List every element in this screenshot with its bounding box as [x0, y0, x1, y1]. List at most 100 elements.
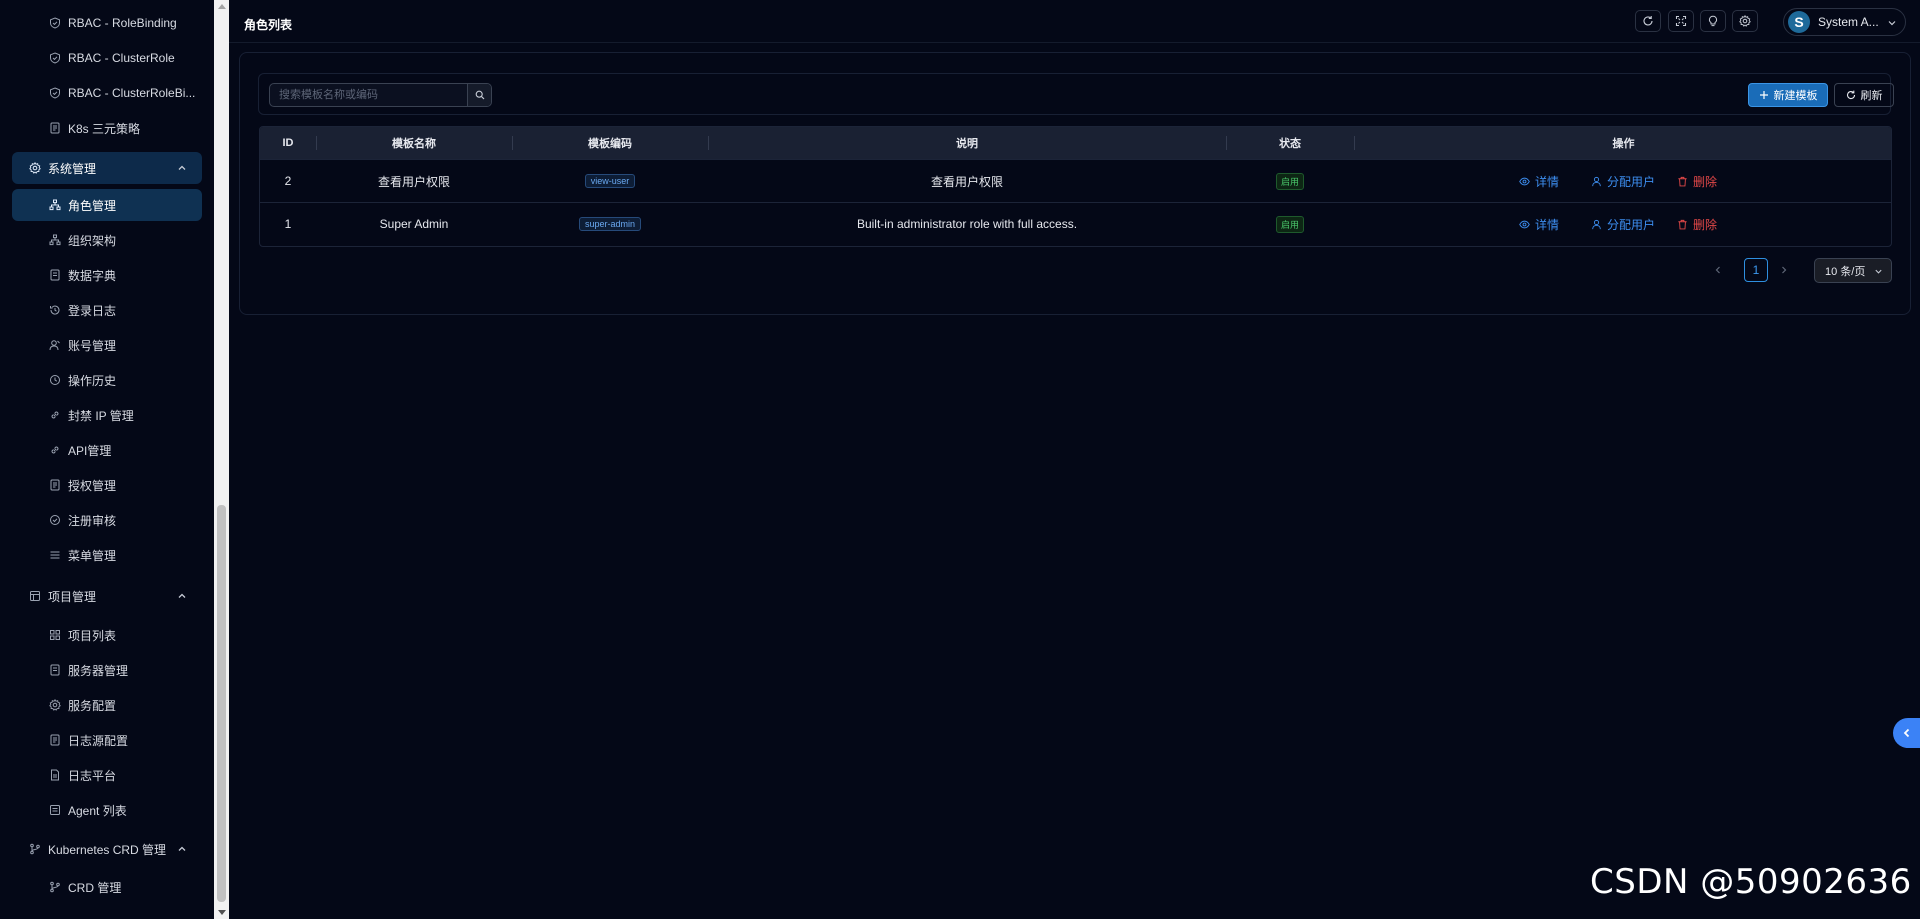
user-menu[interactable]: S System A...	[1783, 8, 1906, 36]
tips-button[interactable]	[1700, 10, 1726, 32]
sidebar-item-role-management[interactable]: 角色管理	[12, 189, 202, 221]
page-number-button[interactable]: 1	[1744, 258, 1768, 282]
sidebar-item-rbac-clusterrole[interactable]: RBAC - ClusterRole	[12, 42, 202, 74]
sidebar-item-data-dictionary[interactable]: 数据字典	[12, 259, 202, 291]
sidebar-scrollbar[interactable]	[214, 0, 229, 919]
branch-icon	[49, 881, 61, 893]
sidebar-item-api-management[interactable]: API管理	[12, 434, 202, 466]
add-template-button[interactable]: 新建模板	[1748, 83, 1828, 107]
sidebar-item-label: 数据字典	[68, 268, 117, 283]
refresh-button[interactable]	[1635, 10, 1661, 32]
sidebar-item-label: 登录日志	[68, 303, 117, 318]
sidebar-item-account-management[interactable]: 账号管理	[12, 329, 202, 361]
check-circle-icon	[49, 514, 61, 526]
book-icon	[49, 664, 61, 676]
sidebar-item-crd-management[interactable]: CRD 管理	[12, 871, 202, 903]
sidebar-item-login-log[interactable]: 登录日志	[12, 294, 202, 326]
sidebar-item-rbac-clusterrolebinding[interactable]: RBAC - ClusterRoleBi...	[12, 77, 202, 109]
detail-label: 详情	[1535, 174, 1560, 189]
cell-id: 1	[284, 217, 292, 231]
refresh-list-button[interactable]: 刷新	[1834, 83, 1894, 107]
cell-code: super-admin	[512, 203, 708, 245]
cell-description: 查看用户权限	[930, 174, 1003, 189]
sidebar-item-operation-history[interactable]: 操作历史	[12, 364, 202, 396]
column-header-name: 模板名称	[392, 138, 436, 150]
search-button[interactable]	[467, 84, 491, 106]
gear-icon	[1739, 15, 1751, 27]
sidebar-item-k8s-policy[interactable]: K8s 三元策略	[12, 112, 202, 144]
watermark: CSDN @50902636	[1590, 862, 1912, 902]
chevron-up-icon	[178, 846, 186, 851]
column-header-code: 模板编码	[588, 138, 632, 150]
sidebar-item-label: 账号管理	[68, 338, 117, 353]
fullscreen-button[interactable]	[1668, 10, 1694, 32]
prev-page-button[interactable]	[1707, 259, 1729, 281]
history-icon	[49, 304, 61, 316]
sidebar-item-label: 角色管理	[68, 198, 117, 213]
menu-icon	[49, 549, 61, 561]
page-size-select[interactable]: 10 条/页	[1814, 258, 1892, 283]
column-header-description: 说明	[956, 138, 978, 150]
sidebar-item-label: 项目列表	[68, 628, 117, 643]
refresh-icon	[1643, 16, 1653, 26]
trash-icon	[1678, 176, 1687, 186]
project-icon	[29, 590, 41, 602]
sidebar-group-label: 项目管理	[48, 589, 97, 604]
assign-user-link[interactable]: 分配用户	[1591, 216, 1655, 232]
link-icon	[49, 444, 61, 456]
gear-icon	[29, 162, 41, 174]
sidebar-item-label: 日志平台	[68, 768, 117, 783]
user-icon	[49, 339, 61, 351]
sidebar-group-kubernetes-crd[interactable]: Kubernetes CRD 管理	[12, 833, 202, 865]
scrollbar-thumb[interactable]	[217, 505, 226, 902]
assign-user-link[interactable]: 分配用户	[1591, 173, 1655, 189]
sidebar-group-system[interactable]: 系统管理	[12, 152, 202, 184]
page-title: 角色列表	[244, 18, 293, 32]
floating-panel-toggle[interactable]	[1893, 718, 1920, 748]
sidebar-item-rbac-rolebinding[interactable]: RBAC - RoleBinding	[12, 7, 202, 39]
chevron-left-icon	[1715, 266, 1720, 274]
next-page-button[interactable]	[1773, 259, 1795, 281]
sidebar-item-log-platform[interactable]: 日志平台	[12, 759, 202, 791]
sidebar: RBAC - RoleBinding RBAC - ClusterRole RB…	[0, 0, 214, 919]
sidebar-item-service-config[interactable]: 服务配置	[12, 689, 202, 721]
sidebar-item-registration-review[interactable]: 注册审核	[12, 504, 202, 536]
sidebar-item-log-source-config[interactable]: 日志源配置	[12, 724, 202, 756]
table-row: 1 Super Admin super-admin Built-in admin…	[260, 202, 1891, 245]
search-icon	[475, 90, 484, 100]
status-badge: 启用	[1275, 215, 1304, 233]
sidebar-item-authorization[interactable]: 授权管理	[12, 469, 202, 501]
sidebar-item-ip-ban[interactable]: 封禁 IP 管理	[12, 399, 202, 431]
column-header-id: ID	[282, 137, 294, 149]
search-box	[269, 83, 492, 107]
sidebar-item-menu-management[interactable]: 菜单管理	[12, 539, 202, 571]
delete-label: 删除	[1693, 174, 1718, 189]
detail-link[interactable]: 详情	[1519, 216, 1559, 232]
chevron-down-icon	[1888, 21, 1896, 26]
column-header-status: 状态	[1279, 138, 1301, 150]
sidebar-group-project[interactable]: 项目管理	[12, 580, 202, 612]
chevron-up-icon	[178, 593, 186, 598]
cell-id: 2	[284, 174, 292, 188]
sidebar-item-label: 授权管理	[68, 478, 117, 493]
cell-name: Super Admin	[379, 217, 449, 231]
scroll-up-arrow[interactable]	[218, 4, 226, 9]
sidebar-item-project-list[interactable]: 项目列表	[12, 619, 202, 651]
settings-button[interactable]	[1732, 10, 1758, 32]
sidebar-item-label: RBAC - ClusterRoleBi...	[68, 86, 196, 100]
search-input[interactable]	[270, 84, 468, 106]
detail-link[interactable]: 详情	[1519, 173, 1559, 189]
code-tag: super-admin	[578, 217, 642, 231]
sidebar-item-server-management[interactable]: 服务器管理	[12, 654, 202, 686]
sidebar-item-label: 菜单管理	[68, 548, 117, 563]
plus-icon	[1759, 91, 1768, 99]
sidebar-item-agent-list[interactable]: Agent 列表	[12, 794, 202, 826]
sidebar-item-label: Agent 列表	[68, 803, 127, 818]
sidebar-item-organization[interactable]: 组织架构	[12, 224, 202, 256]
link-icon	[49, 409, 61, 421]
shield-icon	[49, 17, 61, 29]
delete-link[interactable]: 删除	[1677, 173, 1717, 189]
chevron-left-icon	[1903, 728, 1910, 738]
scroll-down-arrow[interactable]	[218, 910, 226, 915]
delete-link[interactable]: 删除	[1677, 216, 1717, 232]
